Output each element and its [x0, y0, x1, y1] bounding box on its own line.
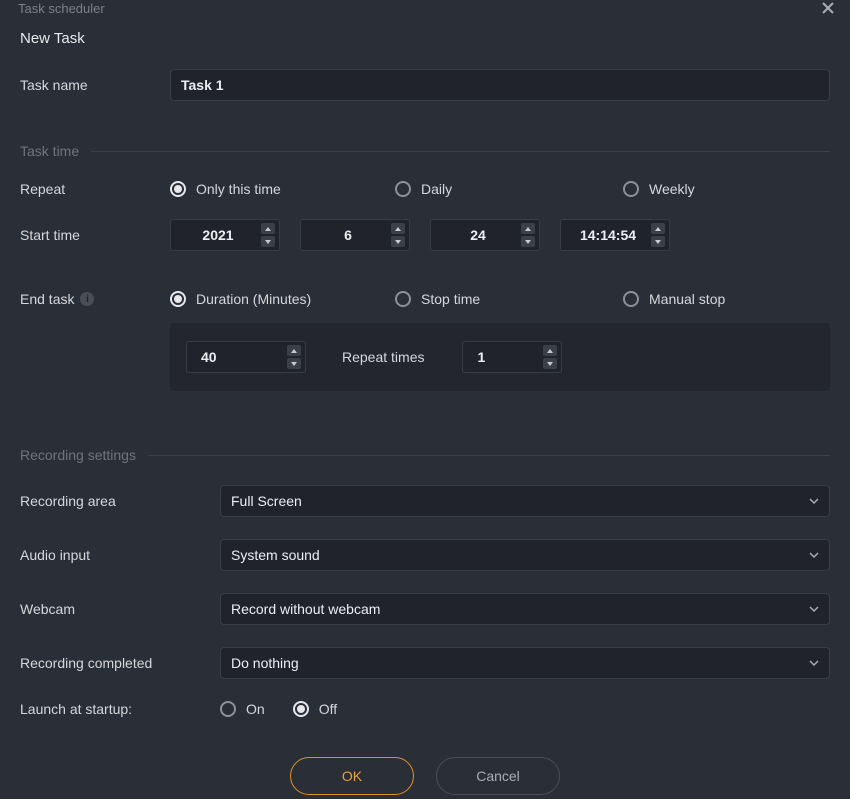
recording-completed-row: Recording completed Do nothing: [20, 647, 830, 679]
radio-label: On: [246, 701, 265, 717]
start-time-label: Start time: [20, 227, 170, 243]
select-value: System sound: [231, 547, 320, 563]
radio-label: Duration (Minutes): [196, 291, 311, 307]
recording-completed-label: Recording completed: [20, 655, 220, 671]
info-icon[interactable]: i: [80, 292, 94, 306]
task-scheduler-window: Task scheduler New Task Task name Task t…: [0, 0, 850, 799]
chevron-down-icon[interactable]: [261, 236, 275, 247]
spin-arrows: [391, 223, 405, 247]
start-day-stepper[interactable]: 24: [430, 219, 540, 251]
recording-area-select[interactable]: Full Screen: [220, 485, 830, 517]
section-recording: Recording settings: [20, 447, 830, 463]
dialog-body: New Task Task name Task time Repeat Only…: [0, 16, 850, 799]
spin-arrows: [651, 223, 665, 247]
page-title: New Task: [20, 30, 830, 47]
chevron-down-icon[interactable]: [287, 358, 301, 369]
task-name-row: Task name: [20, 69, 830, 101]
spin-arrows: [261, 223, 275, 247]
webcam-label: Webcam: [20, 601, 220, 617]
webcam-select[interactable]: Record without webcam: [220, 593, 830, 625]
radio-icon: [623, 291, 639, 307]
radio-label: Weekly: [649, 181, 695, 197]
radio-label: Stop time: [421, 291, 480, 307]
chevron-down-icon[interactable]: [521, 236, 535, 247]
end-task-manual-stop[interactable]: Manual stop: [623, 291, 830, 307]
spin-arrows: [521, 223, 535, 247]
chevron-up-icon[interactable]: [287, 345, 301, 356]
chevron-down-icon: [809, 604, 819, 614]
section-heading-task-time: Task time: [20, 143, 79, 159]
end-task-row: End task i Duration (Minutes) Stop time …: [20, 291, 830, 307]
audio-input-select[interactable]: System sound: [220, 539, 830, 571]
start-year-stepper[interactable]: 2021: [170, 219, 280, 251]
chevron-up-icon[interactable]: [651, 223, 665, 234]
titlebar: Task scheduler: [0, 0, 850, 16]
radio-icon: [170, 291, 186, 307]
chevron-up-icon[interactable]: [261, 223, 275, 234]
launch-at-startup-label: Launch at startup:: [20, 701, 220, 717]
repeat-only-this-time[interactable]: Only this time: [170, 181, 395, 197]
repeat-times-stepper[interactable]: 1: [462, 341, 562, 373]
recording-completed-select[interactable]: Do nothing: [220, 647, 830, 679]
launch-off[interactable]: Off: [293, 701, 337, 717]
webcam-row: Webcam Record without webcam: [20, 593, 830, 625]
radio-label: Daily: [421, 181, 452, 197]
spin-arrows: [287, 345, 301, 369]
launch-at-startup-row: Launch at startup: On Off: [20, 701, 830, 717]
chevron-down-icon[interactable]: [651, 236, 665, 247]
end-task-panel-row: 40 Repeat times 1: [20, 323, 830, 391]
radio-label: Only this time: [196, 181, 281, 197]
select-value: Full Screen: [231, 493, 302, 509]
chevron-down-icon[interactable]: [391, 236, 405, 247]
radio-label: Off: [319, 701, 337, 717]
divider: [91, 151, 830, 152]
section-heading-recording: Recording settings: [20, 447, 136, 463]
repeat-row: Repeat Only this time Daily Weekly: [20, 181, 830, 197]
end-task-label: End task i: [20, 291, 170, 307]
launch-on[interactable]: On: [220, 701, 265, 717]
section-task-time: Task time: [20, 143, 830, 159]
dialog-footer: OK Cancel: [20, 739, 830, 799]
chevron-up-icon[interactable]: [391, 223, 405, 234]
radio-icon: [220, 701, 236, 717]
select-value: Do nothing: [231, 655, 299, 671]
recording-area-label: Recording area: [20, 493, 220, 509]
radio-icon: [395, 291, 411, 307]
task-name-input[interactable]: [170, 69, 830, 101]
chevron-down-icon: [809, 550, 819, 560]
radio-icon: [293, 701, 309, 717]
chevron-down-icon: [809, 658, 819, 668]
spin-arrows: [543, 345, 557, 369]
repeat-daily[interactable]: Daily: [395, 181, 623, 197]
radio-icon: [623, 181, 639, 197]
audio-input-label: Audio input: [20, 547, 220, 563]
end-task-duration[interactable]: Duration (Minutes): [170, 291, 395, 307]
window-title: Task scheduler: [18, 1, 105, 16]
audio-input-row: Audio input System sound: [20, 539, 830, 571]
chevron-up-icon[interactable]: [543, 345, 557, 356]
recording-area-row: Recording area Full Screen: [20, 485, 830, 517]
select-value: Record without webcam: [231, 601, 380, 617]
chevron-down-icon: [809, 496, 819, 506]
cancel-button[interactable]: Cancel: [436, 757, 560, 795]
divider: [148, 455, 830, 456]
chevron-down-icon[interactable]: [543, 358, 557, 369]
radio-icon: [395, 181, 411, 197]
ok-button[interactable]: OK: [290, 757, 414, 795]
repeat-label: Repeat: [20, 181, 170, 197]
duration-stepper[interactable]: 40: [186, 341, 306, 373]
repeat-times-label: Repeat times: [342, 349, 432, 365]
close-icon[interactable]: [820, 0, 836, 16]
radio-label: Manual stop: [649, 291, 725, 307]
start-time-row: Start time 2021 6 24: [20, 219, 830, 251]
start-clock-stepper[interactable]: 14:14:54: [560, 219, 670, 251]
end-task-panel: 40 Repeat times 1: [170, 323, 830, 391]
radio-icon: [170, 181, 186, 197]
chevron-up-icon[interactable]: [521, 223, 535, 234]
end-task-stop-time[interactable]: Stop time: [395, 291, 623, 307]
repeat-weekly[interactable]: Weekly: [623, 181, 830, 197]
start-month-stepper[interactable]: 6: [300, 219, 410, 251]
task-name-label: Task name: [20, 77, 170, 93]
